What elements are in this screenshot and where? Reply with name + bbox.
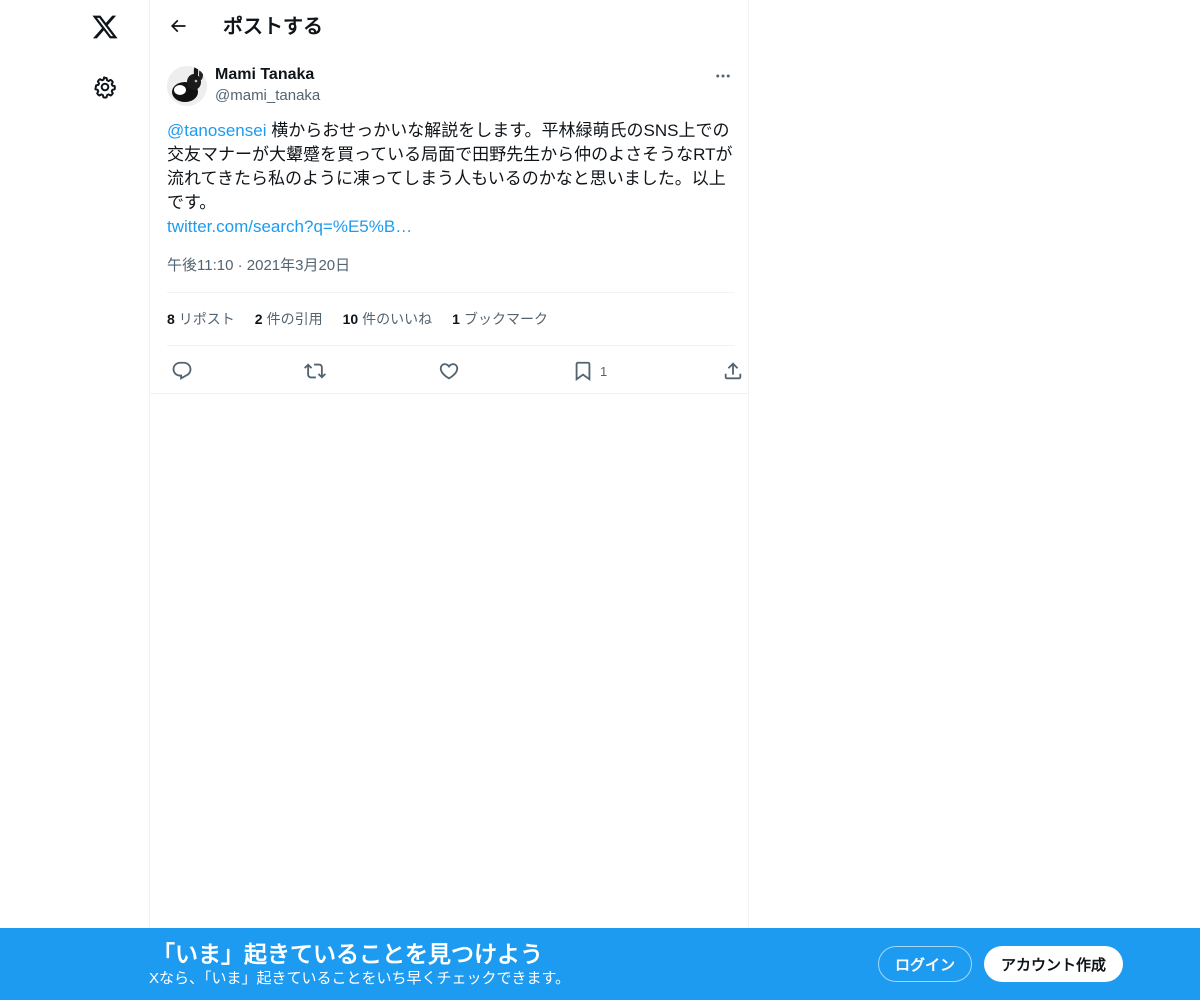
back-button[interactable]: [164, 12, 192, 40]
bookmark-icon: [575, 361, 591, 382]
share-button[interactable]: [722, 355, 744, 387]
reply-button[interactable]: [171, 355, 193, 387]
post-timestamp[interactable]: 午後11:10 · 2021年3月20日: [167, 256, 350, 276]
share-icon: [724, 362, 742, 380]
avatar[interactable]: [167, 66, 207, 106]
more-options-button[interactable]: [710, 63, 736, 89]
bookmark-button[interactable]: 1: [572, 355, 607, 387]
author-handle[interactable]: @mami_tanaka: [215, 86, 320, 106]
main-column: ポストする Mami Tanaka @mami_tanaka @tanosens…: [149, 0, 749, 1000]
post-text: @tanosensei 横からおせっかいな解説をします。平林緑萌氏のSNS上での…: [167, 119, 737, 239]
page-title: ポストする: [223, 16, 323, 38]
banner-subtitle: Xなら、「いま」起きていることをいち早くチェックできます。: [149, 970, 571, 987]
more-dots-icon: [716, 74, 730, 78]
repost-button[interactable]: [304, 355, 326, 387]
repost-icon: [304, 363, 326, 379]
author-name[interactable]: Mami Tanaka: [215, 65, 314, 85]
x-logo-icon[interactable]: [88, 10, 122, 44]
stat-quotes[interactable]: 2 件の引用: [255, 309, 323, 329]
left-nav: [0, 0, 150, 1000]
page-header: ポストする: [150, 0, 748, 53]
stat-reposts[interactable]: 8 リポスト: [167, 309, 235, 329]
create-account-button[interactable]: アカウント作成: [984, 946, 1123, 982]
heart-icon: [439, 363, 459, 380]
post-actions: 1: [167, 355, 742, 387]
stat-likes[interactable]: 10 件のいいね: [343, 309, 433, 329]
post-url-link[interactable]: twitter.com/search?q=%E5%B…: [167, 215, 737, 239]
like-button[interactable]: [438, 355, 460, 387]
login-button[interactable]: ログイン: [878, 946, 972, 982]
mention-link[interactable]: @tanosensei: [167, 121, 267, 140]
post-stats: 8 リポスト 2 件の引用 10 件のいいね 1 ブックマーク: [167, 309, 548, 329]
gear-icon[interactable]: [90, 72, 120, 102]
divider: [167, 345, 735, 346]
bookmark-count: 1: [600, 363, 608, 379]
divider: [150, 393, 748, 394]
arrow-left-icon: [170, 19, 186, 33]
stat-bookmarks[interactable]: 1 ブックマーク: [452, 309, 548, 329]
signup-banner: 「いま」起きていることを見つけよう Xなら、「いま」起きていることをいち早くチェ…: [0, 928, 1200, 1000]
banner-title: 「いま」起きていることを見つけよう: [152, 941, 543, 967]
reply-icon: [172, 361, 192, 380]
divider: [167, 292, 735, 293]
